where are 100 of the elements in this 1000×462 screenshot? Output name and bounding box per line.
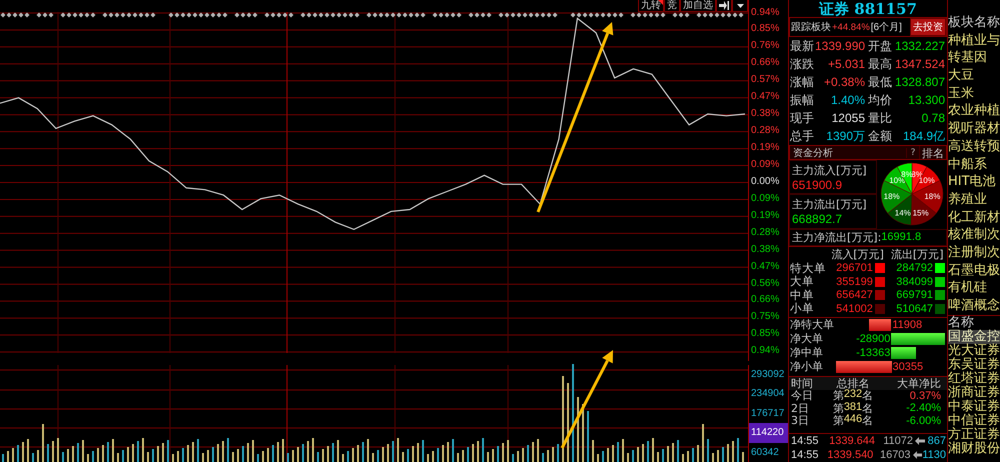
row-label: 特大单 <box>789 260 827 276</box>
net-value: -13363 <box>855 346 892 358</box>
quote-value: 0.78 <box>920 111 945 126</box>
axis-label: 0.56% <box>750 276 780 290</box>
quote-value: 1390万 <box>825 128 865 145</box>
quote-value: 184.9亿 <box>902 128 945 145</box>
axis-label: 0.09% <box>750 158 780 172</box>
quote-value: 13.300 <box>907 93 945 108</box>
tracking-period: [6个月] <box>870 21 902 34</box>
outflow-cell: 384099 <box>896 276 933 288</box>
axis-label: 0.94% <box>750 6 780 20</box>
tick-time: 14:55 <box>790 435 820 447</box>
tick-volume: 11072 <box>882 435 913 447</box>
net-outflow-value: 16991.8 <box>881 231 922 243</box>
volume-label: 114220 <box>749 423 788 443</box>
quote-label: 涨跌 <box>790 56 815 73</box>
column-header: 流出[万元] <box>890 246 944 262</box>
axis-label: 0.94% <box>750 344 780 358</box>
slice-label: 10% <box>889 176 906 186</box>
inflow-cell: 296701 <box>836 262 873 274</box>
inflow-value: 651900.9 <box>792 178 844 192</box>
axis-label: 0.19% <box>750 208 780 223</box>
axis-label: 0.38% <box>750 107 780 122</box>
column-header: 总排名 <box>836 376 870 390</box>
quote-value: 1328.807 <box>894 75 945 90</box>
axis-label: 0.85% <box>750 327 780 342</box>
net-label: 净特大单 <box>789 317 835 332</box>
rank-prefix: 第 <box>832 400 844 415</box>
ratio-cell-text: 0.37% <box>908 390 942 402</box>
quote-label: 开盘 <box>867 38 893 55</box>
quote-value: 1.40% <box>830 93 865 108</box>
inflow-cell: 355199 <box>836 276 873 288</box>
axis-label: 0.19% <box>750 141 780 155</box>
outflow-value: 668892.7 <box>792 212 844 226</box>
rank-suffix: 名 <box>862 414 874 428</box>
inflow-label: 主力流入[万元] <box>792 162 868 178</box>
period-cell-text: 今日 <box>790 388 814 404</box>
rank-value: 381 <box>844 400 862 413</box>
quote-label: 最高 <box>867 56 893 73</box>
quote-value: +5.031 <box>826 57 865 72</box>
outflow-cell: 510647 <box>896 302 933 315</box>
axis-label: 0.66% <box>750 56 780 70</box>
net-label: 净中单 <box>789 345 824 360</box>
net-value: 11908 <box>891 318 924 330</box>
axis-label: 0.85% <box>750 22 780 36</box>
ratio-cell-text: -6.00% <box>905 414 942 427</box>
column-header: 大单净比 <box>896 376 942 390</box>
quote-value: 1339.990 <box>815 39 865 54</box>
tick-price: 1339.540 <box>826 449 874 461</box>
quote-label: 现手 <box>790 110 815 127</box>
inflow-cell: 656427 <box>836 289 873 302</box>
section-title: 资金分析 <box>792 146 834 160</box>
quote-label: 最新 <box>790 38 815 55</box>
axis-label: 0.28% <box>750 124 780 138</box>
axis-label: 0.57% <box>750 73 780 88</box>
tick-time: 14:55 <box>790 449 820 461</box>
tracking-change: +44.84% <box>832 22 870 32</box>
slice-label: 10% <box>918 176 935 186</box>
volume-label: 234904 <box>750 387 786 402</box>
quote-value: 1347.524 <box>894 57 945 72</box>
column-header: 板块名称 <box>948 14 1000 32</box>
slice-label: 18% <box>924 192 940 202</box>
outflow-cell: 284792 <box>896 262 933 274</box>
axis-label: 0.00% <box>750 174 780 189</box>
axis-label: 0.75% <box>750 310 780 324</box>
tick-volume: 16703 <box>878 449 911 461</box>
axis-label: 0.76% <box>750 39 780 54</box>
quote-value: 12055 <box>830 111 865 126</box>
quote-label: 均价 <box>867 92 893 109</box>
quote-label: 总手 <box>790 128 815 145</box>
rank-suffix: 名 <box>862 400 874 415</box>
volume-label: 60342 <box>750 446 780 460</box>
rank-prefix: 第 <box>832 414 844 428</box>
slice-label: 15% <box>912 208 929 218</box>
net-label: 净大单 <box>789 331 824 346</box>
tick-count: 867 <box>926 435 947 447</box>
tick-price: 1339.644 <box>828 435 875 447</box>
slice-label: 18% <box>884 192 900 202</box>
rank-suffix: 名 <box>862 388 874 403</box>
axis-label: 0.09% <box>750 192 780 206</box>
row-label: 小单 <box>789 301 815 316</box>
quote-label: 涨幅 <box>790 74 815 91</box>
net-label: 净小单 <box>789 359 824 374</box>
period-cell-text: 2日 <box>790 400 810 416</box>
quote-label: 金额 <box>867 128 893 145</box>
quote-value: +0.38% <box>822 75 865 90</box>
axis-label: 0.47% <box>750 260 780 274</box>
inflow-cell: 541002 <box>836 302 873 315</box>
tracking-label: 跟踪板块 <box>791 20 831 34</box>
tick-count: 1130 <box>922 449 947 461</box>
column-header: 时间 <box>790 376 814 390</box>
ratio-cell-text: -2.40% <box>905 402 942 414</box>
slice-label: 14% <box>894 208 911 218</box>
net-outflow-label: 主力净流出[万元]: <box>792 230 882 244</box>
rank-value: 232 <box>844 388 862 402</box>
volume-label: 293092 <box>750 368 786 382</box>
outflow-label: 主力流出[万元] <box>792 196 868 212</box>
column-header: 流入[万元] <box>830 246 885 262</box>
rank-value: 446 <box>844 413 862 428</box>
row-label: 中单 <box>789 288 815 302</box>
